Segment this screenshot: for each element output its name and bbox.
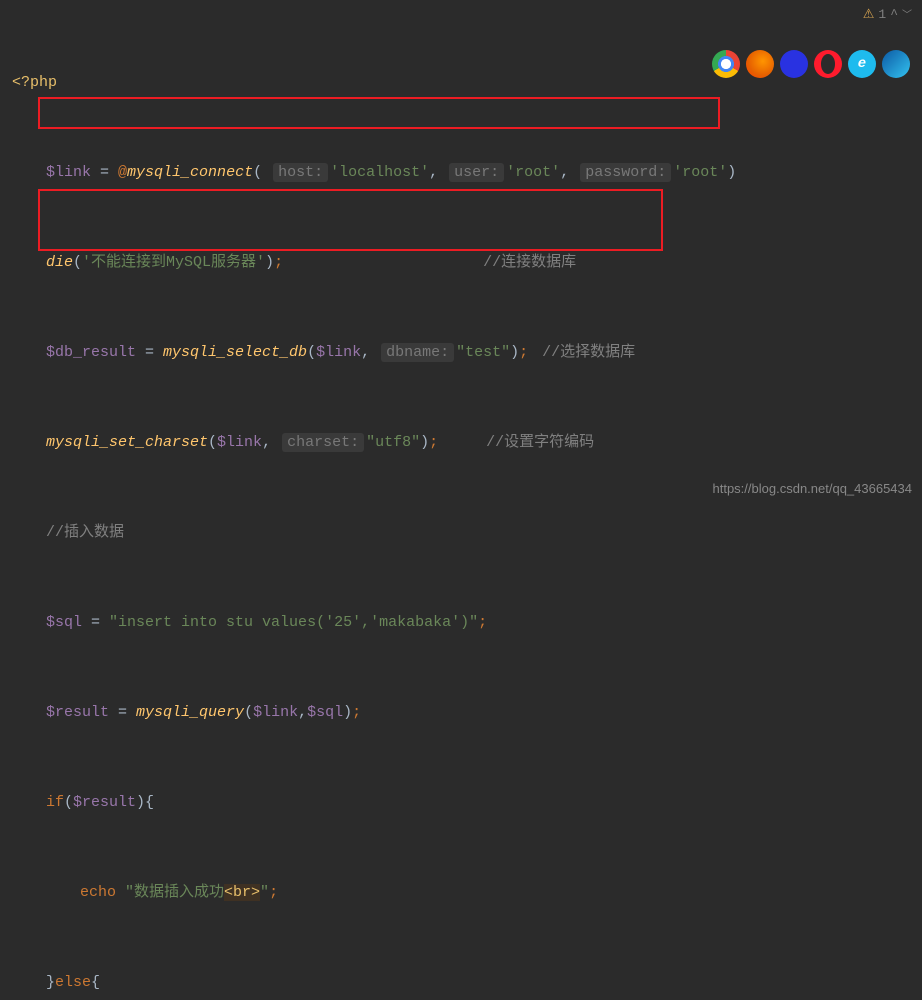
code-editor[interactable]: <?php $link = @mysqli_connect( host:'loc… bbox=[0, 0, 922, 1000]
warning-count: 1 bbox=[878, 7, 886, 22]
caret-up-icon: ^ bbox=[890, 7, 898, 22]
code-line: mysqli_set_charset($link, charset:"utf8"… bbox=[12, 428, 922, 458]
param-hint: user: bbox=[449, 163, 504, 182]
opera-icon[interactable] bbox=[814, 50, 842, 78]
param-hint: password: bbox=[580, 163, 671, 182]
code-line: $sql = "insert into stu values('25','mak… bbox=[12, 608, 922, 638]
php-open-tag: <?php bbox=[12, 74, 57, 91]
chrome-icon[interactable] bbox=[712, 50, 740, 78]
comment: //选择数据库 bbox=[542, 344, 635, 361]
watermark: https://blog.csdn.net/qq_43665434 bbox=[713, 481, 913, 496]
baidu-icon[interactable] bbox=[780, 50, 808, 78]
param-hint: charset: bbox=[282, 433, 364, 452]
code-line: $result = mysqli_query($link,$sql); bbox=[12, 698, 922, 728]
code-line: die('不能连接到MySQL服务器');//连接数据库 bbox=[12, 248, 922, 278]
comment: //设置字符编码 bbox=[486, 434, 594, 451]
firefox-icon[interactable] bbox=[746, 50, 774, 78]
code-line: $link = @mysqli_connect( host:'localhost… bbox=[12, 158, 922, 188]
code-line: $db_result = mysqli_select_db($link, dbn… bbox=[12, 338, 922, 368]
warning-icon: ⚠ bbox=[863, 7, 875, 22]
browser-icons-toolbar: e bbox=[712, 50, 910, 78]
comment: //插入数据 bbox=[46, 524, 124, 541]
code-line: if($result){ bbox=[12, 788, 922, 818]
warning-indicator[interactable]: ⚠ 1 ^ ﹀ bbox=[863, 6, 912, 22]
code-line: }else{ bbox=[12, 968, 922, 998]
ie-icon[interactable]: e bbox=[848, 50, 876, 78]
caret-down-icon: ﹀ bbox=[902, 6, 912, 22]
param-hint: dbname: bbox=[381, 343, 454, 362]
code-line: echo "数据插入成功<br>"; bbox=[12, 878, 922, 908]
param-hint: host: bbox=[273, 163, 328, 182]
edge-icon[interactable] bbox=[882, 50, 910, 78]
code-line: //插入数据 bbox=[12, 518, 922, 548]
comment: //连接数据库 bbox=[483, 254, 576, 271]
